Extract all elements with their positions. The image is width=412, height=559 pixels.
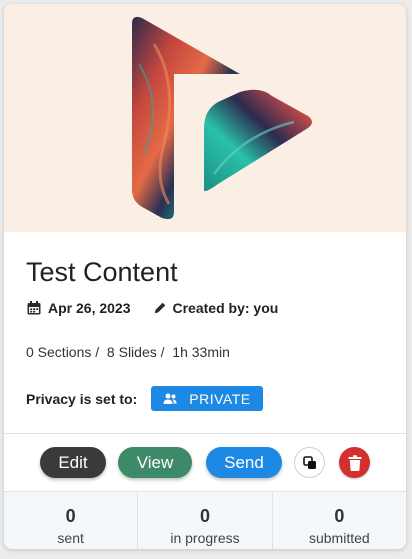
stat-count: 0 (334, 506, 345, 526)
privacy-badge[interactable]: PRIVATE (151, 386, 263, 411)
edit-button[interactable]: Edit (40, 447, 106, 478)
trash-icon (348, 454, 361, 471)
content-stats: 0 Sections / 8 Slides / 1h 33min (26, 344, 230, 360)
stat-sent: 0 sent (4, 492, 137, 549)
content-author: Created by: you (172, 300, 279, 316)
view-button[interactable]: View (118, 447, 192, 478)
privacy-row: Privacy is set to: PRIVATE (26, 386, 263, 411)
play-logo-icon (132, 16, 312, 220)
copy-icon (302, 455, 316, 469)
stat-label: in progress (170, 530, 240, 546)
content-thumbnail[interactable] (4, 4, 406, 232)
content-card: Test Content Apr 26, 2023 Created by: yo… (4, 4, 406, 549)
content-meta: Apr 26, 2023 Created by: you (26, 300, 278, 316)
action-bar: Edit View Send (40, 447, 370, 478)
content-date: Apr 26, 2023 (48, 300, 131, 316)
pencil-icon (154, 302, 165, 314)
send-button[interactable]: Send (206, 447, 282, 478)
copy-button[interactable] (294, 447, 325, 478)
privacy-label: Privacy is set to: (26, 390, 138, 407)
stat-label: sent (57, 530, 84, 546)
divider (4, 433, 406, 434)
users-icon (163, 393, 177, 404)
stat-count: 0 (65, 506, 76, 526)
stat-in-progress: 0 in progress (137, 492, 271, 549)
privacy-value: PRIVATE (189, 390, 251, 407)
stat-count: 0 (199, 506, 210, 526)
delivery-stats: 0 sent 0 in progress 0 submitted (4, 491, 406, 549)
stat-submitted: 0 submitted (271, 492, 406, 549)
calendar-icon (27, 301, 41, 315)
stat-label: submitted (308, 530, 370, 546)
content-title: Test Content (26, 257, 178, 287)
delete-button[interactable] (339, 447, 370, 478)
